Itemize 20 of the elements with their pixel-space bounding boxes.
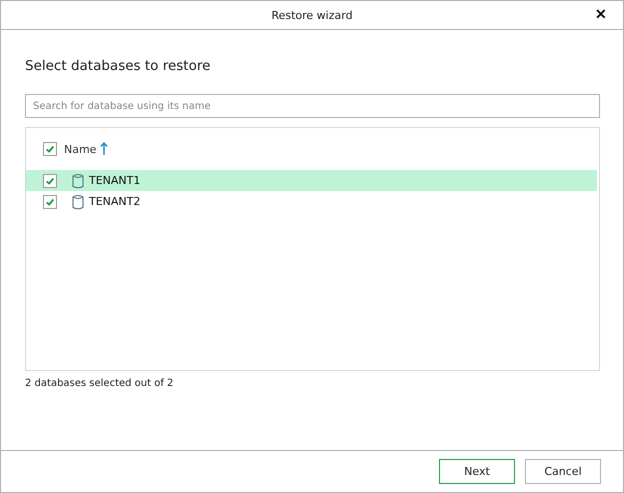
check-icon — [45, 196, 55, 206]
database-row[interactable]: TENANT1 — [26, 170, 597, 191]
database-name: TENANT2 — [89, 195, 140, 208]
close-button[interactable]: ✕ — [593, 6, 609, 22]
cancel-button[interactable]: Cancel — [525, 459, 601, 484]
check-icon — [45, 144, 55, 154]
check-icon — [45, 176, 55, 186]
window-title: Restore wizard — [271, 8, 353, 22]
checkbox[interactable] — [43, 174, 57, 188]
checkbox[interactable] — [43, 142, 57, 156]
search-field[interactable]: Search for database using its name — [25, 94, 600, 118]
database-icon — [72, 194, 84, 210]
database-row[interactable]: TENANT2 — [26, 191, 597, 212]
page-heading: Select databases to restore — [25, 58, 212, 76]
database-icon — [72, 172, 84, 188]
selection-status: 2 databases selected out of 2 — [25, 378, 174, 389]
column-header[interactable]: Name — [64, 142, 96, 156]
checkbox[interactable] — [43, 194, 57, 208]
next-button[interactable]: Next — [439, 459, 515, 484]
database-name: TENANT1 — [89, 174, 140, 187]
